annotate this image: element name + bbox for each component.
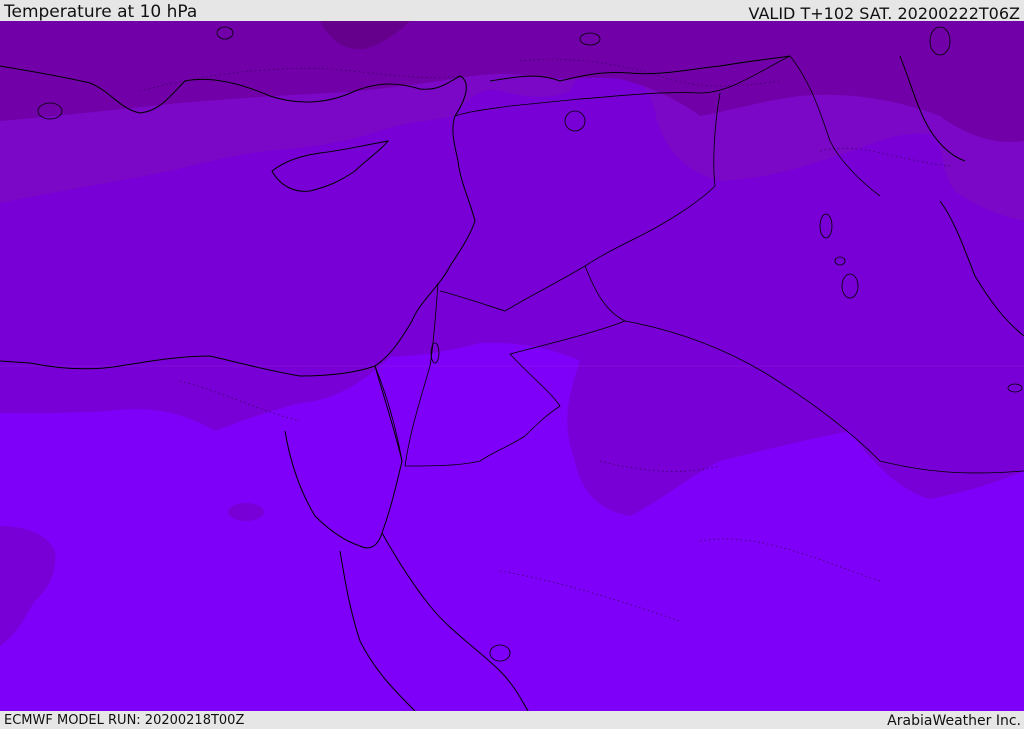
temperature-map	[0, 21, 1024, 711]
credit-label: ArabiaWeather Inc.	[887, 713, 1021, 729]
map-panel[interactable]	[0, 21, 1024, 711]
footer-bar: ECMWF MODEL RUN: 20200218T00Z ArabiaWeat…	[0, 711, 1024, 729]
band-mid-small-patch	[228, 503, 264, 521]
valid-time: VALID T+102 SAT. 20200222T06Z	[748, 4, 1020, 23]
header-bar: Temperature at 10 hPa VALID T+102 SAT. 2…	[0, 0, 1024, 23]
map-title: Temperature at 10 hPa	[4, 2, 198, 22]
model-run: ECMWF MODEL RUN: 20200218T00Z	[4, 713, 245, 728]
